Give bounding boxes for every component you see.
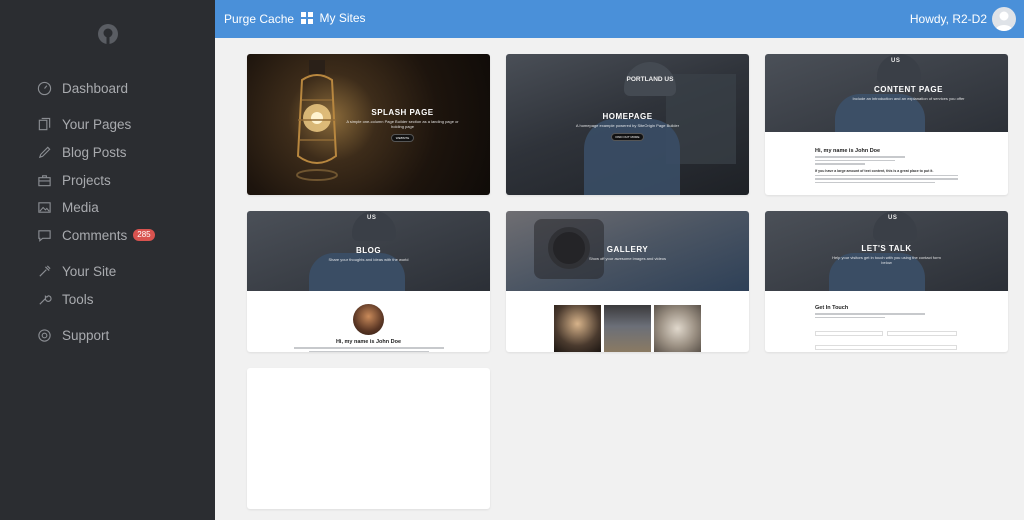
form-field (815, 331, 883, 336)
sidebar-item-label: Tools (62, 291, 94, 307)
sidebar-item-label: Your Pages (62, 116, 132, 132)
text-line (815, 316, 885, 318)
sidebar-item-label: Your Site (62, 263, 117, 279)
sidebar-item-label: Support (62, 327, 110, 343)
text-line (815, 159, 895, 161)
text-line (815, 156, 905, 158)
text-line (815, 174, 958, 176)
my-sites-button[interactable]: My Sites (301, 11, 366, 25)
grid-icon (301, 12, 313, 24)
card-title: CONTENT PAGE (874, 85, 943, 94)
card-body: Hi, my name is John Doe If you have a la… (765, 148, 1008, 183)
comments-count-badge: 285 (133, 229, 155, 241)
wrench-icon (36, 291, 52, 307)
card-body-heading: Get In Touch (815, 305, 849, 311)
sidebar-item-your-site[interactable]: Your Site (36, 260, 116, 282)
cap-text: US (888, 215, 898, 221)
site-logo-icon[interactable] (96, 22, 120, 46)
text-line (815, 313, 925, 315)
dashboard-gauge-icon (36, 80, 52, 96)
cap-text: US (367, 215, 377, 221)
text-line (815, 163, 865, 165)
sidebar-item-label: Comments (62, 227, 128, 243)
form-field (815, 345, 957, 350)
card-title: SPLASH PAGE (371, 107, 434, 117)
sidebar-item-label: Dashboard (62, 80, 129, 96)
cap-text: PORTLAND US (626, 76, 674, 83)
card-body-subheading: If you have a large amount of text conte… (815, 168, 934, 173)
sidebar-item-dashboard[interactable]: Dashboard (36, 77, 128, 99)
sidebar-item-comments[interactable]: Comments 285 (36, 224, 155, 246)
card-title: GALLERY (606, 245, 649, 254)
text-line (815, 178, 958, 180)
card-body-heading: Hi, my name is John Doe (815, 148, 881, 154)
sidebar-item-projects[interactable]: Projects (36, 169, 111, 191)
image-icon (36, 199, 52, 215)
user-avatar-icon (995, 11, 1013, 31)
layout-card-gallery[interactable]: GALLERY Show off your awesome images and… (506, 211, 749, 352)
layout-card-blog[interactable]: US BLOG Share your thoughts and ideas wi… (247, 211, 490, 352)
layout-card-blank[interactable] (247, 368, 490, 509)
card-hero: PORTLAND US HOMEPAGE A homepage example … (506, 54, 749, 195)
card-hero: US LET'S TALK Help your visitors get in … (765, 211, 1008, 291)
text-line (293, 347, 444, 349)
sidebar-item-label: Media (62, 199, 99, 215)
pages-icon (36, 116, 52, 132)
layout-card-lets-talk[interactable]: US LET'S TALK Help your visitors get in … (765, 211, 1008, 352)
sidebar-item-blog-posts[interactable]: Blog Posts (36, 141, 127, 163)
my-sites-label: My Sites (319, 11, 366, 25)
card-body-heading: Hi, my name is John Doe (335, 339, 402, 345)
sidebar-item-your-pages[interactable]: Your Pages (36, 113, 131, 135)
layout-card-content-page[interactable]: US CONTENT PAGE Include an introduction … (765, 54, 1008, 195)
sidebar-item-media[interactable]: Media (36, 196, 99, 218)
sidebar: Dashboard Your Pages Blog Posts Projects… (0, 0, 215, 520)
card-subtitle: Show off your awesome images and videos (588, 256, 667, 261)
card-body: Get In Touch (765, 305, 1008, 318)
card-subtitle: A homepage example powered by SiteOrigin… (575, 123, 680, 128)
sidebar-item-label: Blog Posts (62, 144, 127, 160)
card-subtitle: Share your thoughts and ideas with the w… (328, 257, 409, 262)
top-bar: Purge Cache My Sites Howdy, R2-D2 (215, 0, 1024, 38)
pencil-icon (36, 144, 52, 160)
card-hero: US CONTENT PAGE Include an introduction … (765, 54, 1008, 132)
sidebar-item-support[interactable]: Support (36, 324, 109, 346)
howdy-user-label[interactable]: Howdy, R2-D2 (910, 12, 987, 26)
lifebuoy-icon (36, 327, 52, 343)
card-hero-button: WEBSITE (390, 133, 415, 142)
card-hero: US BLOG Share your thoughts and ideas wi… (247, 211, 490, 291)
card-body: Hi, my name is John Doe (247, 339, 490, 352)
comment-icon (36, 227, 52, 243)
card-title: BLOG (355, 246, 382, 255)
card-subtitle: Include an introduction and an explanati… (852, 96, 965, 101)
avatar[interactable] (992, 7, 1016, 31)
purge-cache-button[interactable]: Purge Cache (224, 12, 294, 26)
text-line (308, 350, 429, 352)
layout-card-splash-page[interactable]: SPLASH PAGE A simple one-column Page Bui… (247, 54, 490, 195)
briefcase-icon (36, 172, 52, 188)
sidebar-item-label: Projects (62, 172, 111, 188)
card-hero: SPLASH PAGE A simple one-column Page Bui… (247, 54, 490, 195)
form-field (887, 331, 957, 336)
text-line (815, 181, 935, 183)
card-hero-button: FIND OUT MORE (610, 133, 645, 141)
card-subtitle: Help your visitors get in touch with you… (832, 254, 941, 265)
lantern-image (296, 60, 338, 181)
cap-text: US (891, 58, 901, 64)
layout-card-homepage[interactable]: PORTLAND US HOMEPAGE A homepage example … (506, 54, 749, 195)
card-subtitle: A simple one-column Page Builder section… (346, 118, 459, 129)
sidebar-item-tools[interactable]: Tools (36, 288, 94, 310)
wrench-hammer-icon (36, 263, 52, 279)
card-title: HOMEPAGE (602, 112, 653, 121)
gallery-thumbnail (604, 305, 651, 352)
card-hero: GALLERY Show off your awesome images and… (506, 211, 749, 291)
author-avatar-image (353, 304, 384, 335)
card-title: LET'S TALK (861, 243, 912, 253)
gallery-thumbnail (654, 305, 701, 352)
gallery-thumbnail (554, 305, 601, 352)
